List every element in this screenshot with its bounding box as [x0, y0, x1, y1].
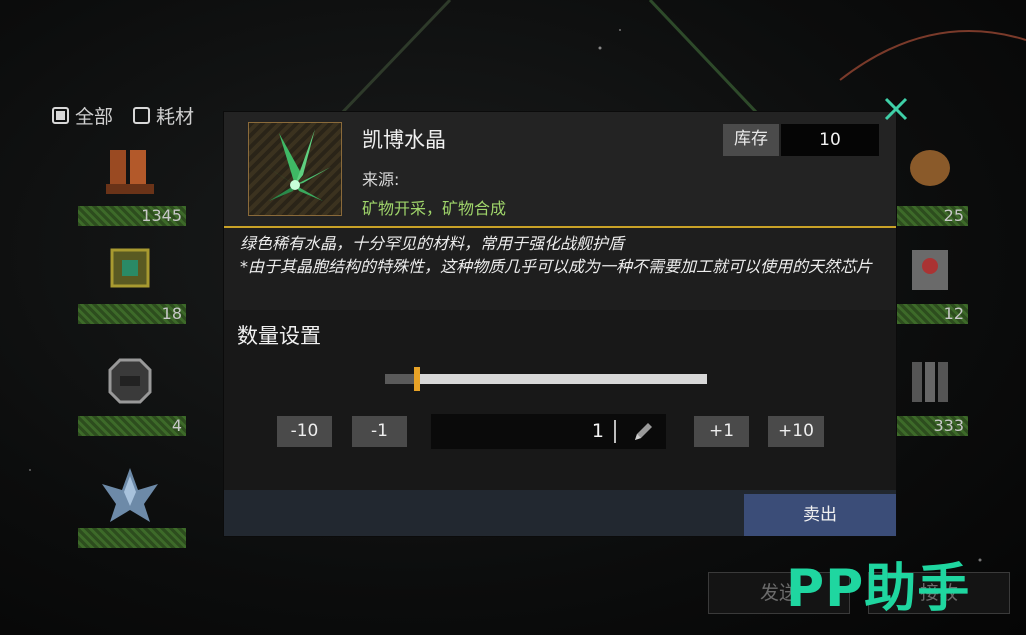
slot-count-bar — [78, 528, 186, 548]
barrel-item-icon — [910, 150, 950, 186]
source-label: 来源: — [362, 170, 400, 189]
quantity-section: 数量设置 -10 -1 1 +1 +10 — [224, 310, 896, 490]
quantity-title: 数量设置 — [237, 324, 321, 348]
crystal-item-icon — [102, 468, 158, 522]
inventory-slot[interactable]: 25 — [893, 140, 968, 230]
slot-count: 12 — [943, 304, 964, 323]
checkbox-icon[interactable] — [133, 107, 151, 124]
stock-value: 10 — [781, 124, 879, 156]
quantity-value: 1 — [591, 420, 604, 442]
checkbox-icon[interactable] — [52, 107, 69, 124]
item-name: 凯博水晶 — [362, 128, 446, 152]
slot-count: 333 — [933, 416, 964, 435]
filter-all[interactable]: 全部 — [52, 102, 113, 129]
item-description: 绿色稀有水晶，十分罕见的材料，常用于强化战舰护盾 *由于其晶胞结构的特殊性，这种… — [240, 232, 880, 278]
inventory-slot[interactable]: 333 — [893, 350, 968, 440]
slider-fill — [385, 374, 418, 384]
engine-item-icon — [912, 250, 948, 290]
stock-label: 库存 — [723, 124, 779, 156]
plus-10-button[interactable]: +10 — [768, 416, 824, 447]
text-caret — [614, 420, 616, 443]
chip-item-icon — [110, 248, 150, 288]
slot-count-bar — [78, 416, 186, 436]
item-detail-dialog: 凯博水晶 来源: 矿物开采，矿物合成 库存 10 绿色稀有水晶，十分罕见的材料，… — [224, 112, 896, 536]
slider-handle[interactable] — [414, 367, 421, 391]
item-header: 凯博水晶 来源: 矿物开采，矿物合成 库存 10 — [224, 112, 896, 228]
filter-consumables[interactable]: 耗材 — [133, 102, 194, 129]
pencil-icon[interactable] — [630, 419, 656, 445]
item-thumbnail — [248, 122, 342, 216]
filter-label: 全部 — [75, 106, 114, 128]
inventory-slot[interactable]: 18 — [78, 238, 186, 328]
close-icon[interactable] — [881, 94, 911, 124]
minus-1-button[interactable]: -1 — [352, 416, 407, 447]
inventory-slot[interactable]: 1345 — [78, 140, 186, 230]
inventory-slot[interactable]: 12 — [893, 238, 968, 328]
description-line: 绿色稀有水晶，十分罕见的材料，常用于强化战舰护盾 — [240, 234, 625, 253]
armor-item-icon — [106, 150, 154, 194]
inventory-slot[interactable] — [78, 462, 186, 552]
slot-count: 4 — [171, 416, 182, 435]
inventory-slot[interactable]: 4 — [78, 350, 186, 440]
description-line: *由于其晶胞结构的特殊性，这种物质几乎可以成为一种不需要加工就可以使用的天然芯片 — [240, 257, 873, 276]
category-filter-bar: 全部 耗材 — [52, 102, 194, 129]
module-item-icon — [108, 358, 152, 404]
plus-1-button[interactable]: +1 — [694, 416, 749, 447]
ammo-item-icon — [912, 362, 948, 402]
watermark-logo: PP助手 — [786, 559, 971, 619]
source-value: 矿物开采，矿物合成 — [362, 199, 507, 218]
sell-button[interactable]: 卖出 — [744, 494, 896, 536]
slot-count: 18 — [161, 304, 182, 323]
green-crystal-icon — [261, 129, 331, 201]
slot-count: 25 — [943, 206, 964, 225]
quantity-input[interactable]: 1 — [431, 414, 666, 449]
quantity-slider[interactable] — [385, 367, 707, 391]
slot-count: 1345 — [141, 206, 182, 225]
filter-label: 耗材 — [156, 106, 195, 128]
minus-10-button[interactable]: -10 — [277, 416, 332, 447]
